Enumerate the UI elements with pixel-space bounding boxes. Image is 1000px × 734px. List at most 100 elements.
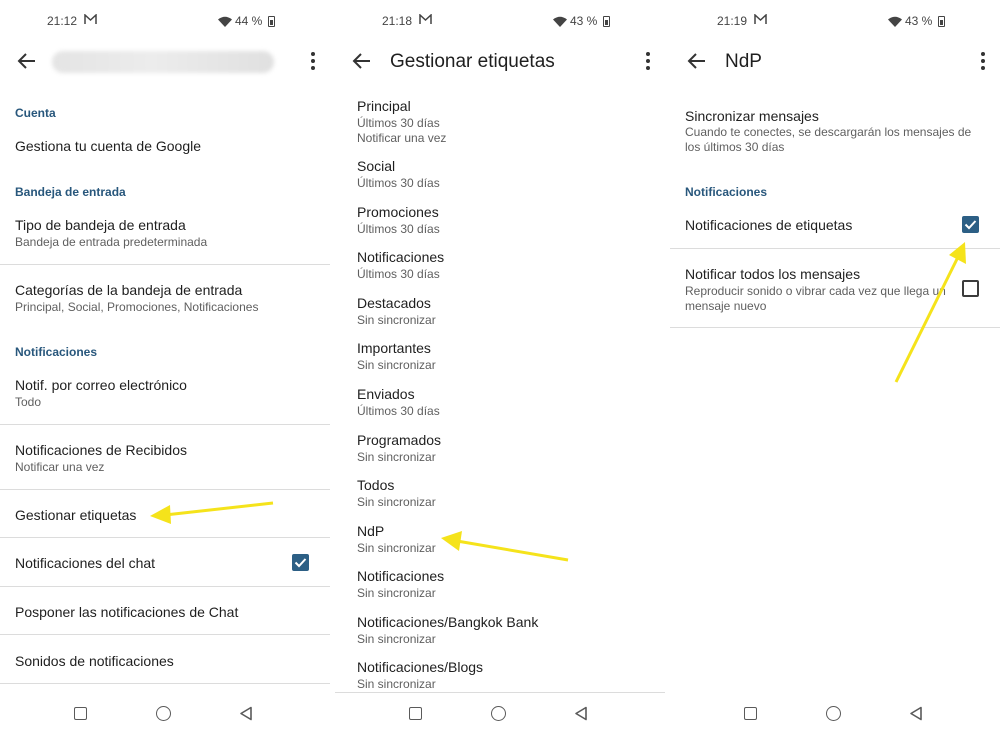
item-tipo-bandeja[interactable]: Tipo de bandeja de entrada [15, 217, 186, 233]
divider [0, 683, 330, 684]
label-item-extra: Notificar una vez [357, 131, 447, 145]
item-gestionar-etiquetas[interactable]: Gestionar etiquetas [15, 507, 136, 523]
mail-icon [754, 13, 767, 28]
section-cuenta: Cuenta [15, 106, 56, 120]
item-notif-correo-sub: Todo [15, 395, 42, 409]
nav-home-icon[interactable] [491, 706, 506, 721]
label-item-sync: Sin sincronizar [357, 632, 436, 646]
status-right: 43 % [888, 14, 946, 28]
sync-messages-subtitle: Cuando te conectes, se descargarán los m… [685, 125, 972, 154]
settings-screen: 21:12 44 % Cuenta Gestiona tu cuenta de … [0, 0, 330, 734]
notify-all-title[interactable]: Notificar todos los mensajes [685, 266, 860, 282]
mail-icon [419, 13, 432, 28]
divider [0, 264, 330, 265]
label-item-sync: Sin sincronizar [357, 495, 436, 509]
app-bar: Gestionar etiquetas [335, 40, 665, 84]
mail-icon [84, 13, 97, 28]
battery-percent: 44 % [235, 14, 263, 28]
system-nav-bar [670, 693, 1000, 734]
label-item-sync: Últimos 30 días [357, 116, 440, 130]
divider [0, 489, 330, 490]
status-time: 21:18 [382, 14, 413, 28]
battery-icon [603, 15, 611, 27]
nav-recents-icon[interactable] [74, 707, 87, 720]
nav-recents-icon[interactable] [744, 707, 757, 720]
label-item-name[interactable]: Enviados [357, 386, 415, 402]
back-arrow-icon[interactable] [351, 50, 373, 72]
notify-all-checkbox[interactable] [962, 280, 979, 297]
item-cuenta-google[interactable]: Gestiona tu cuenta de Google [15, 138, 201, 154]
divider [0, 424, 330, 425]
divider [670, 327, 1000, 328]
status-bar: 21:12 44 % [0, 0, 330, 40]
label-item-name[interactable]: Notificaciones/Blogs [357, 659, 483, 675]
label-item-sync: Últimos 30 días [357, 404, 440, 418]
label-item-name[interactable]: Notificaciones [357, 568, 444, 584]
battery-icon [268, 15, 276, 27]
app-bar: NdP [670, 40, 1000, 84]
nav-back-icon[interactable] [909, 706, 923, 721]
status-time: 21:12 [47, 14, 78, 28]
label-item-name[interactable]: Promociones [357, 204, 439, 220]
label-notifications-checkbox[interactable] [962, 216, 979, 233]
status-time: 21:19 [717, 14, 748, 28]
label-item-name[interactable]: Destacados [357, 295, 431, 311]
label-item-name[interactable]: Social [357, 158, 395, 174]
label-item-sync: Sin sincronizar [357, 677, 436, 691]
battery-percent: 43 % [905, 14, 933, 28]
label-item-sync: Sin sincronizar [357, 313, 436, 327]
label-item-name[interactable]: NdP [357, 523, 384, 539]
check-icon [964, 220, 977, 230]
label-item-sync: Últimos 30 días [357, 176, 440, 190]
nav-back-icon[interactable] [574, 706, 588, 721]
sync-messages-title[interactable]: Sincronizar mensajes [685, 108, 819, 124]
wifi-icon [218, 16, 232, 27]
divider [670, 248, 1000, 249]
label-item-sync: Sin sincronizar [357, 586, 436, 600]
more-vert-icon[interactable] [645, 50, 651, 72]
item-tipo-bandeja-sub: Bandeja de entrada predeterminada [15, 235, 208, 249]
label-notifications-title[interactable]: Notificaciones de etiquetas [685, 217, 852, 233]
item-categorias-sub: Principal, Social, Promociones, Notifica… [15, 300, 259, 314]
manage-labels-screen: 21:18 43 % Gestionar etiquetas Principal… [335, 0, 665, 734]
status-bar: 21:18 43 % [335, 0, 665, 40]
divider [0, 537, 330, 538]
back-arrow-icon[interactable] [16, 50, 38, 72]
label-item-sync: Sin sincronizar [357, 450, 436, 464]
item-notif-recibidos-sub: Notificar una vez [15, 460, 105, 474]
label-settings-screen: 21:19 43 % NdP Sincronizar mensajes Cuan… [670, 0, 1000, 734]
app-bar [0, 40, 330, 84]
nav-home-icon[interactable] [156, 706, 171, 721]
label-item-name[interactable]: Notificaciones [357, 249, 444, 265]
page-title: Gestionar etiquetas [390, 51, 555, 72]
notif-chat-checkbox[interactable] [292, 554, 309, 571]
label-item-sync: Últimos 30 días [357, 222, 440, 236]
item-notif-chat[interactable]: Notificaciones del chat [15, 555, 155, 571]
label-item-name[interactable]: Principal [357, 98, 411, 114]
label-item-name[interactable]: Importantes [357, 340, 431, 356]
nav-home-icon[interactable] [826, 706, 841, 721]
page-title: NdP [725, 51, 762, 72]
nav-back-icon[interactable] [239, 706, 253, 721]
item-categorias[interactable]: Categorías de la bandeja de entrada [15, 282, 242, 298]
system-nav-bar [335, 693, 665, 734]
divider [0, 634, 330, 635]
item-notif-recibidos[interactable]: Notificaciones de Recibidos [15, 442, 187, 458]
item-sonidos[interactable]: Sonidos de notificaciones [15, 653, 174, 669]
wifi-icon [888, 16, 902, 27]
more-vert-icon[interactable] [980, 50, 986, 72]
label-item-name[interactable]: Programados [357, 432, 441, 448]
item-posponer[interactable]: Posponer las notificaciones de Chat [15, 604, 238, 620]
divider [0, 586, 330, 587]
label-item-sync: Últimos 30 días [357, 267, 440, 281]
more-vert-icon[interactable] [310, 50, 316, 72]
nav-recents-icon[interactable] [409, 707, 422, 720]
section-notificaciones: Notificaciones [15, 345, 98, 359]
label-item-name[interactable]: Todos [357, 477, 394, 493]
label-item-sync: Sin sincronizar [357, 358, 436, 372]
item-notif-correo[interactable]: Notif. por correo electrónico [15, 377, 187, 393]
back-arrow-icon[interactable] [686, 50, 708, 72]
label-item-name[interactable]: Notificaciones/Bangkok Bank [357, 614, 538, 630]
notify-all-subtitle: Reproducir sonido o vibrar cada vez que … [685, 284, 946, 313]
wifi-icon [553, 16, 567, 27]
